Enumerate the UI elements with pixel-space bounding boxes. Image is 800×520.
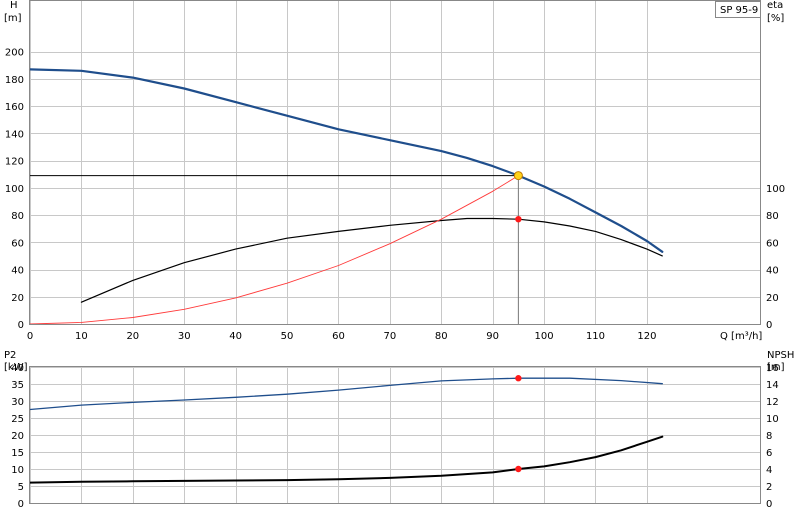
left-tick-label: 35	[11, 380, 24, 391]
top-x-ticks: 0 10 20 30 40 50 60 70 80 90 100 110 120	[27, 331, 657, 342]
top-panel: 020406080100120140160180200 020406080100…	[5, 0, 785, 342]
series-line-1	[29, 435, 664, 484]
series-line-1	[80, 217, 663, 303]
left-tick-label: 60	[11, 238, 24, 249]
pump-model-label: SP 95-9	[720, 5, 758, 16]
left-tick-label: 40	[11, 266, 24, 277]
top-frame	[29, 0, 761, 325]
x-tick-label: 50	[281, 331, 294, 342]
right-tick-label: 100	[766, 184, 785, 195]
duty-marker-npsh	[515, 465, 522, 473]
series-line-2	[29, 175, 519, 325]
x-axis-label: Q [m³/h]	[720, 331, 762, 342]
h-axis-unit: [m]	[4, 13, 22, 24]
npsh-axis-unit: [m]	[767, 362, 785, 373]
left-tick-label: 200	[5, 48, 24, 59]
right-tick-label: 2	[766, 482, 772, 493]
x-tick-label: 80	[435, 331, 448, 342]
h-axis-title: H	[10, 0, 18, 11]
npsh-axis-title: NPSH	[767, 350, 794, 361]
left-tick-label: 5	[18, 482, 24, 493]
x-tick-label: 40	[229, 331, 242, 342]
left-tick-label: 25	[11, 414, 24, 425]
x-tick-label: 70	[383, 331, 396, 342]
series-line-0	[29, 377, 663, 411]
right-tick-label: 12	[766, 397, 779, 408]
left-tick-label: 0	[18, 320, 24, 331]
p2-axis-unit: [kW]	[4, 362, 28, 373]
left-tick-label: 160	[5, 102, 24, 113]
right-tick-label: 10	[766, 414, 779, 425]
eta-axis-unit: [%]	[767, 13, 784, 24]
right-tick-label: 40	[766, 266, 779, 277]
right-tick-label: 14	[766, 380, 779, 391]
x-tick-label: 10	[75, 331, 88, 342]
right-tick-label: 6	[766, 448, 772, 459]
x-tick-label: 110	[586, 331, 605, 342]
left-tick-label: 100	[5, 184, 24, 195]
duty-marker-eta	[515, 215, 522, 223]
right-tick-label: 0	[766, 320, 772, 331]
eta-axis-title: eta	[767, 0, 783, 11]
bottom-right-ticks: 0246810121416	[766, 363, 779, 510]
left-tick-label: 10	[11, 465, 24, 476]
left-tick-label: 30	[11, 397, 24, 408]
left-tick-label: 140	[5, 129, 24, 140]
bottom-series	[29, 377, 664, 484]
right-tick-label: 0	[766, 499, 772, 510]
left-tick-label: 0	[18, 499, 24, 510]
x-tick-label: 120	[637, 331, 656, 342]
left-tick-label: 180	[5, 75, 24, 86]
top-grid	[30, 0, 760, 325]
right-tick-label: 20	[766, 293, 779, 304]
x-tick-label: 100	[535, 331, 554, 342]
right-tick-label: 8	[766, 431, 772, 442]
bottom-left-ticks: 0510152025303540	[11, 363, 24, 510]
top-left-ticks: 0 20 40 60 80 100 120 140 160 180 200	[5, 48, 24, 331]
duty-markers	[513, 171, 523, 473]
series-line-0	[28, 68, 664, 253]
top-right-ticks: 0 20 40 60 80 100	[766, 184, 785, 331]
bottom-grid	[30, 367, 760, 504]
x-tick-label: 60	[332, 331, 345, 342]
left-tick-label: 80	[11, 211, 24, 222]
left-tick-label: 20	[11, 293, 24, 304]
top-series	[28, 68, 664, 325]
x-tick-label: 20	[126, 331, 139, 342]
right-tick-label: 80	[766, 211, 779, 222]
pump-curve-chart: 020406080100120140160180200 020406080100…	[4, 0, 794, 510]
x-tick-label: 30	[178, 331, 191, 342]
p2-axis-title: P2	[4, 350, 16, 361]
right-tick-label: 60	[766, 238, 779, 249]
right-tick-label: 4	[766, 465, 772, 476]
left-tick-label: 120	[5, 157, 24, 168]
left-tick-label: 15	[11, 448, 24, 459]
duty-marker-p2	[515, 375, 522, 382]
duty-marker-h	[513, 171, 523, 181]
x-tick-label: 0	[27, 331, 33, 342]
left-tick-label: 20	[11, 431, 24, 442]
x-tick-label: 90	[486, 331, 499, 342]
bottom-panel: 0510152025303540 0246810121416	[11, 363, 778, 510]
